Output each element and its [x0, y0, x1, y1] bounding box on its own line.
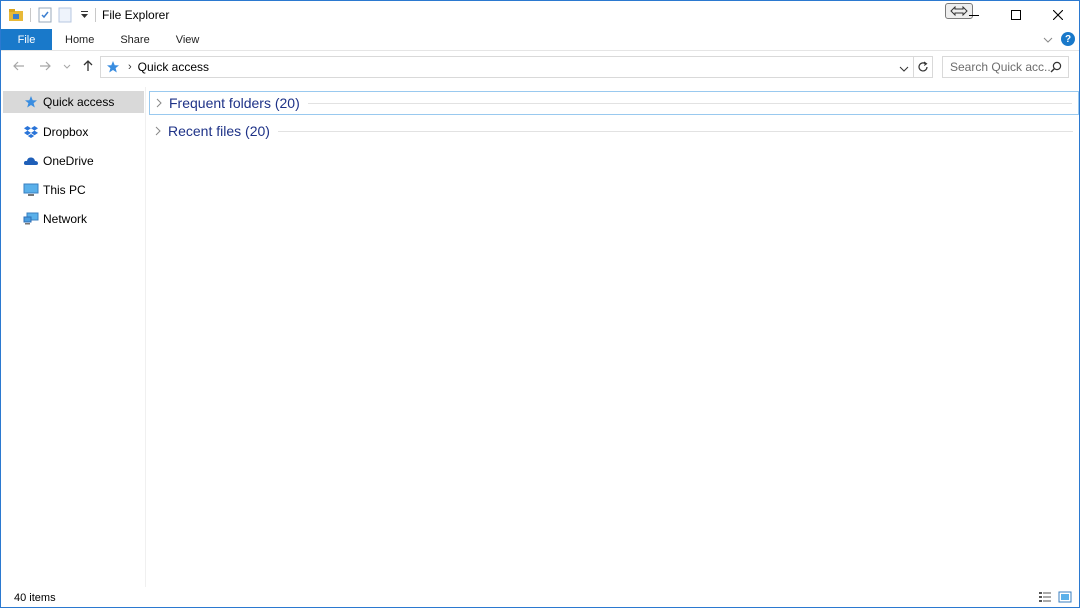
tab-file[interactable]: File [1, 29, 52, 50]
forward-arrow-icon[interactable] [37, 58, 53, 74]
search-icon[interactable] [1050, 61, 1062, 76]
sidebar-item-label: This PC [43, 182, 86, 197]
quick-access-star-icon [23, 94, 39, 110]
network-icon [23, 211, 39, 227]
tab-home[interactable]: Home [52, 29, 107, 50]
search-box[interactable] [942, 56, 1069, 78]
sidebar-item-label: OneDrive [43, 153, 94, 168]
sidebar-item-dropbox[interactable]: Dropbox [1, 117, 145, 146]
quick-access-star-icon [106, 60, 120, 74]
sidebar-item-network[interactable]: Network [1, 204, 145, 233]
window-title: File Explorer [102, 8, 170, 22]
group-divider [277, 130, 1073, 132]
onedrive-cloud-icon [23, 153, 39, 169]
sidebar-item-quick-access[interactable]: Quick access [3, 91, 144, 113]
refresh-icon [917, 61, 928, 72]
toolbar-separator [30, 8, 31, 22]
file-explorer-window: File Explorer File Home Share View ? › Q… [0, 0, 1080, 608]
maximize-button[interactable] [995, 1, 1037, 29]
file-list-content: Frequent folders (20) Recent files (20) [147, 87, 1079, 587]
refresh-button[interactable] [913, 56, 933, 78]
dropbox-icon [23, 124, 39, 140]
address-dropdown-chevron-icon[interactable] [899, 61, 909, 75]
recent-locations-chevron-icon[interactable] [59, 58, 75, 74]
group-frequent-folders[interactable]: Frequent folders (20) [149, 91, 1079, 115]
computer-icon [23, 182, 39, 198]
search-input[interactable] [950, 60, 1050, 74]
up-arrow-icon[interactable] [80, 58, 96, 74]
ribbon-right-controls: ? [1043, 32, 1075, 46]
ribbon-tabs: File Home Share View ? [1, 29, 1079, 51]
folder-app-icon[interactable] [8, 7, 24, 23]
group-divider [307, 102, 1072, 104]
sidebar-item-label: Network [43, 211, 88, 226]
group-recent-files[interactable]: Recent files (20) [149, 119, 1079, 143]
title-bar: File Explorer [1, 1, 1079, 29]
address-bar[interactable]: › Quick access [100, 56, 914, 78]
large-icons-view-icon[interactable] [1057, 590, 1073, 604]
navigation-pane: Quick access Dropbox OneDrive This PC Ne… [1, 87, 146, 587]
sidebar-item-this-pc[interactable]: This PC [1, 175, 145, 204]
address-row: › Quick access [1, 55, 1079, 79]
new-folder-icon[interactable] [57, 7, 73, 23]
sidebar-item-label: Quick access [43, 95, 115, 109]
group-title: Recent files (20) [168, 123, 270, 139]
tab-share[interactable]: Share [107, 29, 162, 50]
tab-view[interactable]: View [163, 29, 213, 50]
minimize-button[interactable] [953, 1, 995, 29]
close-button[interactable] [1037, 1, 1079, 29]
properties-icon[interactable] [37, 7, 53, 23]
window-controls [953, 1, 1079, 29]
details-view-icon[interactable] [1037, 590, 1053, 604]
view-toggle [1037, 590, 1073, 604]
breadcrumb-quick-access[interactable]: Quick access [138, 60, 209, 74]
expand-chevron-icon[interactable] [150, 126, 166, 136]
quick-access-toolbar: File Explorer [1, 1, 169, 29]
sidebar-item-onedrive[interactable]: OneDrive [1, 146, 145, 175]
help-icon[interactable]: ? [1061, 32, 1075, 46]
title-separator [95, 8, 96, 22]
sidebar-item-label: Dropbox [43, 124, 89, 139]
customize-toolbar-chevron-icon[interactable] [80, 10, 89, 21]
expand-chevron-icon[interactable] [151, 98, 167, 108]
back-arrow-icon[interactable] [11, 58, 27, 74]
group-title: Frequent folders (20) [169, 95, 300, 111]
item-count: 40 items [14, 592, 56, 604]
expand-ribbon-chevron-icon[interactable] [1043, 32, 1053, 46]
status-bar: 40 items [1, 588, 1079, 607]
breadcrumb-chevron-icon[interactable]: › [128, 61, 132, 73]
